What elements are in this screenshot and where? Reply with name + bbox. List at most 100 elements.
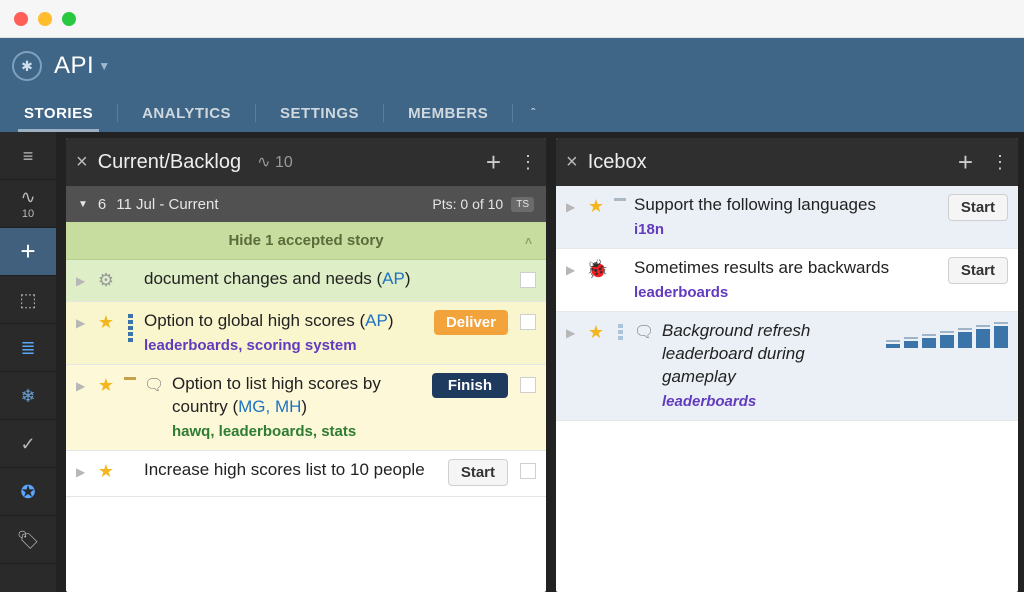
maximize-icon[interactable]: [62, 12, 76, 26]
select-story-checkbox[interactable]: [520, 463, 536, 479]
story-labels[interactable]: leaderboards: [634, 284, 940, 301]
check-icon: ✓: [20, 435, 35, 453]
rail-add-story[interactable]: +: [0, 228, 56, 276]
start-button[interactable]: Start: [948, 257, 1008, 284]
estimate-selector[interactable]: [886, 320, 1008, 348]
story-row[interactable]: ▶ ★ Option to global high scores (AP) le…: [66, 302, 546, 365]
story-points-icon: [124, 459, 136, 463]
shield-icon: ✪: [20, 483, 35, 501]
rail-epics[interactable]: ✪: [0, 468, 56, 516]
accepted-banner-label: Hide 1 accepted story: [228, 232, 383, 249]
add-story-button[interactable]: +: [950, 147, 981, 178]
rail-icebox[interactable]: ❄: [0, 372, 56, 420]
story-row[interactable]: ▶ ★ 🗨 Option to list high scores by coun…: [66, 365, 546, 451]
points-col: [124, 268, 136, 272]
panel-icebox: × Icebox + ⋮ ▶ ★ Support the following l…: [556, 138, 1018, 592]
iteration-header[interactable]: ▼ 6 11 Jul - Current Pts: 0 of 10 TS: [66, 186, 546, 222]
rail-list[interactable]: ≣: [0, 324, 56, 372]
star-icon: ★: [96, 310, 116, 333]
select-story-checkbox[interactable]: [520, 314, 536, 330]
estimate-option[interactable]: [958, 328, 972, 348]
start-button[interactable]: Start: [448, 459, 508, 486]
star-icon: ★: [96, 459, 116, 482]
points-col: [614, 257, 626, 261]
star-icon: ★: [586, 194, 606, 217]
expand-story-icon[interactable]: ▶: [76, 459, 88, 479]
estimate-option[interactable]: [922, 334, 936, 348]
expand-story-icon[interactable]: ▶: [76, 268, 88, 288]
panel-title: Current/Backlog: [98, 151, 241, 174]
deliver-button[interactable]: Deliver: [434, 310, 508, 335]
estimate-option[interactable]: [940, 331, 954, 348]
select-story-checkbox[interactable]: [520, 377, 536, 393]
panel-menu-button[interactable]: ⋮: [991, 152, 1008, 173]
story-owner[interactable]: AP: [382, 269, 405, 288]
story-labels[interactable]: leaderboards: [662, 393, 872, 410]
app-logo-icon[interactable]: ✱: [12, 51, 42, 81]
panel-current-backlog: × Current/Backlog ∿ 10 + ⋮ ▼ 6 11 Jul - …: [66, 138, 546, 592]
story-title: Increase high scores list to 10 people: [144, 459, 440, 482]
accepted-stories-toggle[interactable]: Hide 1 accepted story ˄: [66, 222, 546, 260]
story-labels[interactable]: leaderboards, scoring system: [144, 337, 426, 354]
close-panel-button[interactable]: ×: [566, 151, 578, 174]
estimate-option[interactable]: [976, 325, 990, 348]
snowflake-icon: ❄: [20, 387, 35, 405]
expand-story-icon[interactable]: ▶: [566, 194, 578, 214]
minimize-icon[interactable]: [38, 12, 52, 26]
sidebar-rail: ≡ ∿ 10 + ⬚ ≣ ❄ ✓ ✪ 🏷: [0, 132, 56, 592]
expand-panels-button[interactable]: ̂: [513, 94, 553, 132]
gear-icon: ⚙: [96, 268, 116, 291]
rail-menu[interactable]: ≡: [0, 132, 56, 180]
story-title: Support the following languages: [634, 194, 940, 217]
story-owner[interactable]: MG, MH: [238, 397, 301, 416]
story-title: Option to global high scores (AP): [144, 310, 426, 333]
estimate-option[interactable]: [994, 322, 1008, 348]
story-title: Option to list high scores by country (M…: [172, 373, 424, 419]
project-name: API: [54, 52, 94, 80]
menu-icon: ≡: [23, 147, 34, 165]
panel-title: Icebox: [588, 151, 647, 174]
story-owner[interactable]: AP: [365, 311, 388, 330]
expand-story-icon[interactable]: ▶: [76, 373, 88, 393]
finish-button[interactable]: Finish: [432, 373, 508, 398]
tab-settings[interactable]: SETTINGS: [256, 94, 383, 132]
iteration-date: 11 Jul - Current: [116, 196, 218, 213]
expand-story-icon[interactable]: ▶: [76, 310, 88, 330]
story-row[interactable]: ▶ 🐞 Sometimes results are backwards lead…: [556, 249, 1018, 312]
project-switcher[interactable]: API ▼: [54, 52, 110, 80]
tab-analytics[interactable]: ANALYTICS: [118, 94, 255, 132]
add-story-button[interactable]: +: [478, 147, 509, 178]
tab-members[interactable]: MEMBERS: [384, 94, 512, 132]
story-points-icon: [614, 194, 626, 201]
expand-story-icon[interactable]: ▶: [566, 320, 578, 340]
comment-icon[interactable]: 🗨: [144, 373, 164, 395]
story-row[interactable]: ▶ ★ Increase high scores list to 10 peop…: [66, 451, 546, 497]
app-header: ✱ API ▼: [0, 38, 1024, 94]
close-panel-button[interactable]: ×: [76, 151, 88, 174]
story-row[interactable]: ▶ ★ Support the following languages i18n…: [556, 186, 1018, 249]
iteration-team-badge: TS: [511, 197, 534, 212]
story-labels[interactable]: i18n: [634, 221, 940, 238]
rail-my-work[interactable]: ⬚: [0, 276, 56, 324]
tab-stories[interactable]: STORIES: [0, 94, 117, 132]
story-title: document changes and needs (AP): [144, 268, 508, 291]
panel-menu-button[interactable]: ⋮: [519, 152, 536, 173]
panel-velocity: ∿ 10: [257, 152, 293, 172]
story-labels[interactable]: hawq, leaderboards, stats: [172, 423, 424, 440]
comment-icon[interactable]: 🗨: [634, 320, 654, 342]
story-row[interactable]: ▶ ⚙ document changes and needs (AP): [66, 260, 546, 302]
chart-icon: ∿: [20, 188, 35, 206]
estimate-option[interactable]: [904, 337, 918, 348]
tray-icon: ⬚: [19, 291, 36, 309]
plus-icon: +: [20, 236, 35, 267]
panel-header: × Icebox + ⋮: [556, 138, 1018, 186]
rail-labels[interactable]: 🏷: [0, 516, 56, 564]
story-row[interactable]: ▶ ★ 🗨 Background refresh leaderboard dur…: [556, 312, 1018, 421]
expand-story-icon[interactable]: ▶: [566, 257, 578, 277]
rail-done[interactable]: ✓: [0, 420, 56, 468]
select-story-checkbox[interactable]: [520, 272, 536, 288]
rail-velocity[interactable]: ∿ 10: [0, 180, 56, 228]
estimate-option[interactable]: [886, 340, 900, 348]
start-button[interactable]: Start: [948, 194, 1008, 221]
close-icon[interactable]: [14, 12, 28, 26]
